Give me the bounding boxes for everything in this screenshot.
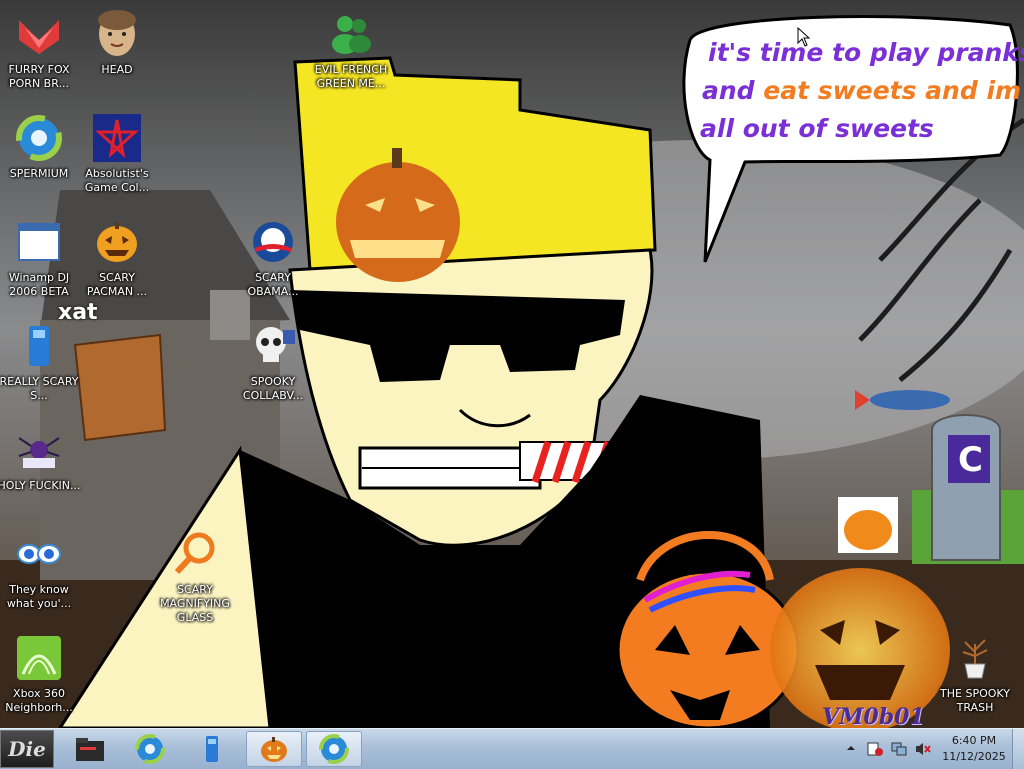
system-tray: 6:40 PM 11/12/2025 [840,729,1024,769]
desktop-icon-scary-pacman[interactable]: SCARY PACMAN ... [75,216,159,316]
icon-label: REALLY SCARY S... [0,375,79,402]
speech-line-2-part-b: eat sweets and im [763,76,1022,105]
xbox-icon [13,632,65,684]
jack-o-lantern-icon [261,737,287,762]
trash-plant-icon [949,632,1001,684]
desktop-icon-evil-french-green-me[interactable]: EVIL FRENCH GREEN ME... [309,8,393,108]
skull-icon [247,320,299,372]
speech-line-3: all out of sweets [700,114,934,143]
obama-logo-icon [247,216,299,268]
usb-drive-icon [13,320,65,372]
chevron-up-icon[interactable] [846,743,856,753]
taskbar-button-browser[interactable] [122,731,178,767]
clock-time: 6:40 PM [951,734,997,747]
desktop-icon-absolutist[interactable]: Absolutist's Game Col... [75,112,159,212]
desktop-icon-head[interactable]: HEAD [75,8,159,108]
fox-logo-icon [13,8,65,60]
icon-label: SCARY OBAMA... [247,271,299,298]
icon-label: FURRY FOX PORN BR... [8,63,70,90]
icon-label: SPOOKY COLLABV... [242,375,304,402]
desktop-icon-spermium[interactable]: SPERMIUM [0,112,81,212]
icon-label: HOLY FUCKIN... [0,479,81,492]
show-desktop-button[interactable] [1012,729,1024,769]
desktop-icon-scary-magnifying-glass[interactable]: SCARY MAGNIFYING GLASS [153,528,237,628]
start-button[interactable]: Die [0,730,54,768]
volume-muted-icon[interactable] [914,741,932,757]
icon-label: SCARY PACMAN ... [86,271,148,298]
browser-icon [13,112,65,164]
icon-label: HEAD [101,63,133,76]
taskbar: Die 6:40 PM 11/12/2025 [0,728,1024,769]
taskbar-button-browser-2[interactable] [306,731,362,767]
jack-o-lantern-icon [91,216,143,268]
desktop-icon-winamp-dj[interactable]: Winamp DJ 2006 BETA [0,216,81,316]
icon-label: SCARY MAGNIFYING GLASS [160,583,230,624]
taskbar-button-pumpkin[interactable] [246,731,302,767]
folder-icon [76,738,104,761]
clock-date: 11/12/2025 [942,750,1006,763]
taskbar-button-explorer[interactable] [62,731,118,767]
taskbar-button-usb[interactable] [184,731,240,767]
face-icon [91,8,143,60]
browser-icon [319,734,349,764]
signature: VM0b01 [822,704,925,728]
speech-line-1: it's time to play pranks [708,38,1024,67]
icon-label: THE SPOOKY TRASH [940,687,1010,714]
speech-bubble-text: it's time to play pranks and eat sweets … [690,30,1024,150]
desktop-icon-xbox-360[interactable]: Xbox 360 Neighborh... [0,632,81,728]
magnifier-icon [169,528,221,580]
speech-line-2: and eat sweets and im [702,72,1021,110]
desktop: it's time to play pranks and eat sweets … [0,0,1024,728]
icon-label: SPERMIUM [9,167,69,180]
action-center-icon[interactable] [866,741,884,757]
icon-label: Xbox 360 Neighborh... [5,687,73,714]
desktop-icon-holy-fuckin[interactable]: HOLY FUCKIN... [0,424,81,524]
speech-line-2-part-a: and [702,76,764,105]
usb-drive-icon [206,736,218,762]
desktop-icon-they-know[interactable]: They know what you'... [0,528,81,628]
messenger-icon [325,8,377,60]
clock[interactable]: 6:40 PM 11/12/2025 [935,733,1013,765]
spider-icon [13,424,65,476]
tombstone-letter: C [958,440,983,480]
desktop-icon-furry-fox[interactable]: FURRY FOX PORN BR... [0,8,81,108]
star-logo-icon [91,112,143,164]
browser-icon [135,734,165,764]
network-icon[interactable] [890,741,908,757]
icon-label: They know what you'... [6,583,72,610]
icon-label: Winamp DJ 2006 BETA [8,271,70,298]
desktop-icon-really-scary-s[interactable]: REALLY SCARY S... [0,320,81,420]
icon-label: Absolutist's Game Col... [84,167,150,194]
window-icon [13,216,65,268]
desktop-icon-spooky-trash[interactable]: THE SPOOKY TRASH [933,632,1017,728]
icon-label: EVIL FRENCH GREEN ME... [314,63,388,90]
mouse-cursor-icon [797,27,811,47]
eyes-icon [13,528,65,580]
desktop-icon-scary-obama[interactable]: SCARY OBAMA... [231,216,315,316]
desktop-icon-spooky-collabv[interactable]: SPOOKY COLLABV... [231,320,315,420]
